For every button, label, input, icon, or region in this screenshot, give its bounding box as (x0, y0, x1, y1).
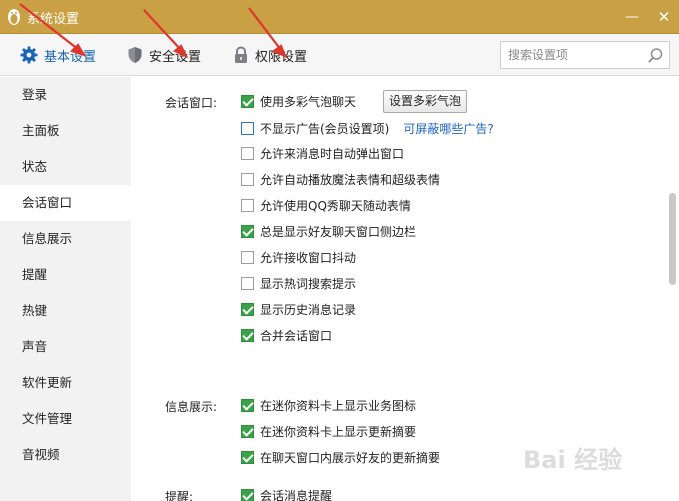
sidebar-item-status[interactable]: 状态 (0, 149, 131, 185)
option-update-summary[interactable]: 在迷你资料卡上显示更新摘要 (241, 422, 416, 440)
blockable-ads-link[interactable]: 可屏蔽哪些广告? (403, 120, 493, 137)
window-title: 系统设置 (27, 12, 80, 27)
sidebar-item-audio-video[interactable]: 音视频 (0, 437, 131, 473)
tab-label: 权限设置 (255, 49, 308, 65)
set-colorful-bubble-button[interactable]: 设置多彩气泡 (383, 90, 468, 113)
checkbox-unchecked[interactable] (241, 172, 254, 186)
checkbox-unchecked[interactable] (241, 276, 254, 290)
checkbox-unchecked[interactable] (241, 121, 254, 135)
sidebar-item-info-display[interactable]: 信息展示 (0, 221, 131, 257)
checkbox-unchecked[interactable] (241, 250, 254, 264)
search-icon[interactable] (647, 47, 664, 64)
sidebar-item-session-window[interactable]: 会话窗口 (0, 185, 131, 221)
minimize-button[interactable]: — (622, 8, 642, 26)
penguin-icon (8, 9, 20, 25)
option-hot-words[interactable]: 显示热词搜索提示 (241, 274, 356, 292)
sidebar-item-reminder[interactable]: 提醒 (0, 257, 131, 293)
option-merge-windows[interactable]: 合并会话窗口 (241, 326, 332, 344)
tab-label: 基本设置 (44, 49, 97, 65)
option-qqshow-emotes[interactable]: 允许使用QQ秀聊天随动表情 (241, 196, 411, 214)
option-chat-update-summary[interactable]: 在聊天窗口内展示好友的更新摘要 (241, 448, 440, 466)
checkbox-checked[interactable] (241, 94, 254, 108)
search-box (500, 41, 670, 69)
checkbox-checked[interactable] (241, 302, 254, 316)
option-message-reminder[interactable]: 会话消息提醒 (241, 486, 332, 501)
vertical-scrollbar[interactable] (666, 77, 679, 501)
search-input[interactable] (501, 42, 641, 68)
section-label-reminder: 提醒: (165, 490, 194, 501)
option-business-icons[interactable]: 在迷你资料卡上显示业务图标 (241, 396, 416, 414)
checkbox-checked[interactable] (241, 450, 254, 464)
option-window-shake[interactable]: 允许接收窗口抖动 (241, 248, 356, 266)
lock-icon (235, 46, 247, 63)
settings-content: 会话窗口: 设置多彩气泡 使用多彩气泡聊天 不显示广告(会员设置项) 可屏蔽哪些广… (131, 77, 679, 501)
checkbox-checked[interactable] (241, 328, 254, 342)
checkbox-checked[interactable] (241, 424, 254, 438)
tab-basic-settings[interactable]: 基本设置 (20, 34, 96, 76)
section-label-info-display: 信息展示: (165, 400, 218, 414)
sidebar-item-software-update[interactable]: 软件更新 (0, 365, 131, 401)
sidebar: 登录 主面板 状态 会话窗口 信息展示 提醒 热键 声音 软件更新 文件管理 音… (0, 77, 131, 501)
sidebar-item-login[interactable]: 登录 (0, 77, 131, 113)
option-history[interactable]: 显示历史消息记录 (241, 300, 356, 318)
checkbox-checked[interactable] (241, 398, 254, 412)
checkbox-checked[interactable] (241, 488, 254, 501)
sidebar-item-sound[interactable]: 声音 (0, 329, 131, 365)
tab-permission-settings[interactable]: 权限设置 (233, 34, 307, 76)
scrollbar-thumb[interactable] (669, 193, 676, 285)
watermark: Bai 经验 (523, 446, 623, 474)
tab-label: 安全设置 (149, 49, 202, 65)
gear-icon (20, 46, 38, 64)
checkbox-checked[interactable] (241, 224, 254, 238)
option-autoplay-emotes[interactable]: 允许自动播放魔法表情和超级表情 (241, 170, 440, 188)
title-bar: 系统设置 — ✕ (0, 0, 679, 34)
option-auto-popup[interactable]: 允许来消息时自动弹出窗口 (241, 144, 404, 162)
option-hide-ads[interactable]: 不显示广告(会员设置项) 可屏蔽哪些广告? (241, 119, 494, 137)
toolbar: 基本设置 安全设置 权限设置 (0, 34, 679, 76)
checkbox-unchecked[interactable] (241, 198, 254, 212)
close-button[interactable]: ✕ (654, 8, 674, 26)
shield-icon (128, 47, 142, 63)
sidebar-item-hotkey[interactable]: 热键 (0, 293, 131, 329)
sidebar-item-main-panel[interactable]: 主面板 (0, 113, 131, 149)
option-show-sidebar[interactable]: 总是显示好友聊天窗口侧边栏 (241, 222, 416, 240)
tab-security-settings[interactable]: 安全设置 (127, 34, 201, 76)
option-colorful-bubble[interactable]: 使用多彩气泡聊天 (241, 92, 356, 110)
sidebar-item-file-management[interactable]: 文件管理 (0, 401, 131, 437)
section-label-session-window: 会话窗口: (165, 96, 218, 110)
checkbox-unchecked[interactable] (241, 146, 254, 160)
